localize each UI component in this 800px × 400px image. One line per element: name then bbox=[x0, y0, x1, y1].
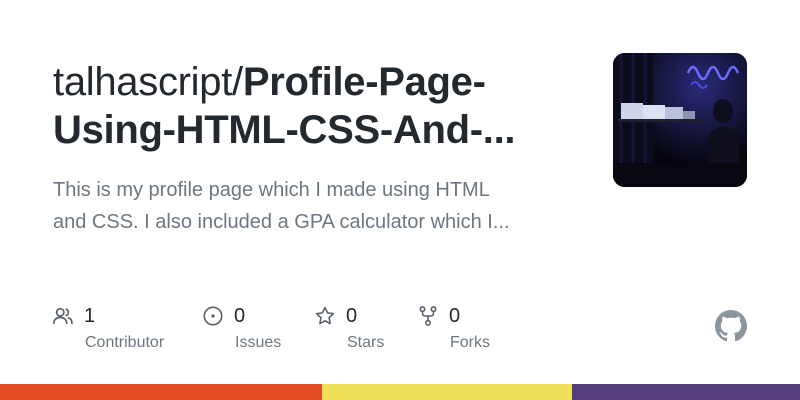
stat-forks[interactable]: 0 Forks bbox=[417, 302, 490, 351]
repo-description-line2: and CSS. I also included a GPA calculato… bbox=[53, 211, 510, 233]
repo-owner: talhascript/ bbox=[53, 60, 243, 104]
stars-count: 0 bbox=[346, 305, 358, 327]
contributors-label: Contributor bbox=[85, 334, 165, 351]
issue-opened-icon bbox=[203, 306, 223, 326]
repo-name-line2: Using-HTML-CSS-And-... bbox=[53, 108, 516, 152]
stat-issues[interactable]: 0 Issues bbox=[202, 302, 281, 351]
repo-social-card: talhascript/Profile-Page- Using-HTML-CSS… bbox=[0, 0, 800, 400]
language-bar-segment bbox=[322, 384, 572, 400]
forks-count: 0 bbox=[449, 305, 461, 327]
star-icon bbox=[315, 306, 335, 325]
repo-description-line1: This is my profile page which I made usi… bbox=[53, 179, 490, 201]
stat-contributors[interactable]: 1 Contributor bbox=[52, 302, 164, 351]
stat-stars[interactable]: 0 Stars bbox=[314, 302, 384, 351]
issues-count: 0 bbox=[234, 305, 246, 327]
forks-label: Forks bbox=[450, 334, 490, 351]
repo-forked-icon bbox=[419, 306, 437, 326]
issues-label: Issues bbox=[235, 334, 282, 351]
github-mark-icon[interactable] bbox=[715, 310, 747, 342]
repo-description: This is my profile page which I made usi… bbox=[53, 174, 583, 238]
language-bar-segment bbox=[572, 384, 800, 400]
owner-avatar[interactable] bbox=[613, 53, 747, 187]
language-bar-segment bbox=[0, 384, 322, 400]
stars-label: Stars bbox=[347, 334, 385, 351]
repo-name-line1: Profile-Page- bbox=[242, 60, 486, 104]
people-icon bbox=[53, 307, 73, 325]
contributors-count: 1 bbox=[84, 305, 96, 327]
avatar-image bbox=[613, 53, 747, 187]
repo-title[interactable]: talhascript/Profile-Page- Using-HTML-CSS… bbox=[53, 58, 593, 154]
